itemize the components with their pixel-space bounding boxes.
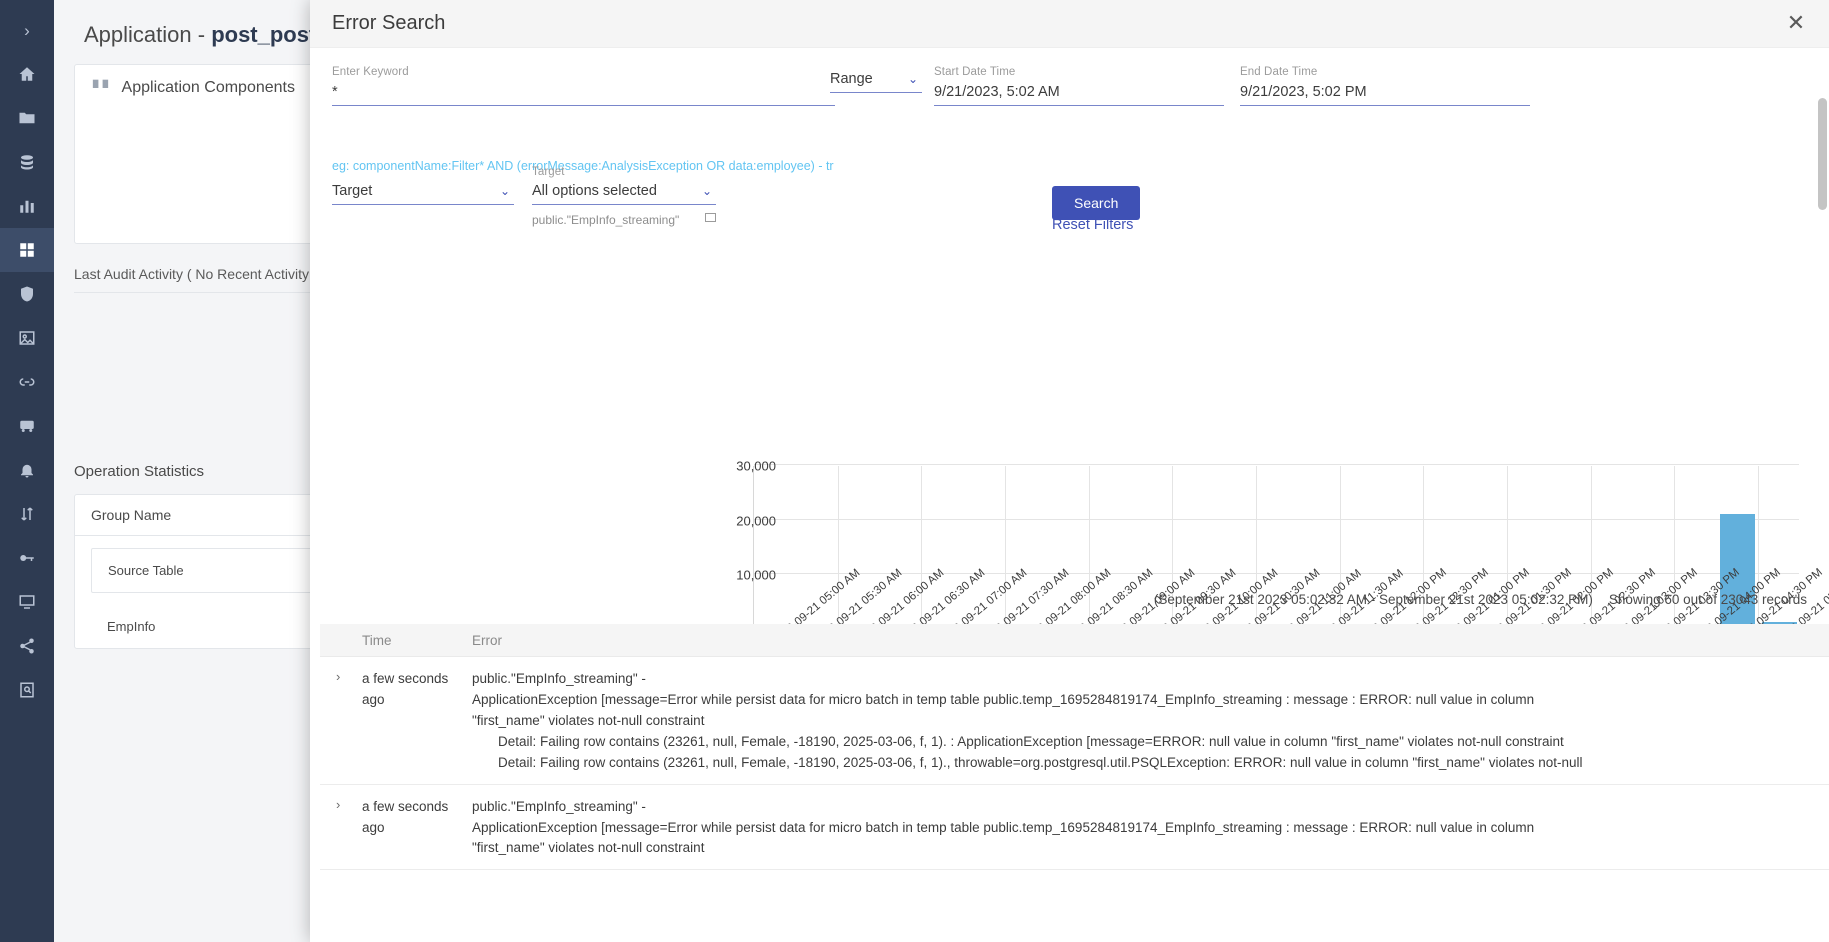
- range-field: Range ⌄: [830, 66, 922, 93]
- error-line: Detail: Failing row contains (23261, nul…: [498, 754, 1583, 770]
- row-expand-icon[interactable]: ›: [320, 669, 362, 774]
- target-values-value: All options selected: [532, 183, 716, 205]
- chart-gridline: [1005, 466, 1007, 629]
- table-row[interactable]: › a few seconds ago public."EmpInfo_stream…: [320, 657, 1829, 785]
- transfer-icon[interactable]: [0, 492, 54, 536]
- shield-icon[interactable]: [0, 272, 54, 316]
- error-search-modal: Error Search ✕ Enter Keyword Range ⌄ Sta…: [310, 0, 1829, 942]
- error-line: ApplicationException [message=Error whil…: [472, 819, 1535, 835]
- error-line: Detail: Failing row contains (23261, nul…: [498, 733, 1564, 749]
- start-date-field: Start Date Time: [934, 66, 1224, 106]
- error-results-table: Time Error › a few seconds ago public."Emp…: [320, 624, 1829, 942]
- search-input[interactable]: [332, 84, 835, 106]
- target-type-field: Target ⌄: [332, 178, 514, 205]
- chart-y-tick: 10,000: [736, 567, 776, 583]
- chart-gridline: [921, 466, 923, 629]
- end-date-field: End Date Time: [1240, 66, 1530, 106]
- modal-title: Error Search: [332, 12, 446, 34]
- link-icon[interactable]: [0, 360, 54, 404]
- end-date-label: End Date Time: [1240, 66, 1318, 78]
- error-line: ApplicationException [message=Error whil…: [472, 691, 1535, 707]
- chart-gridline: [754, 464, 1799, 465]
- table-header-row: Time Error: [320, 624, 1829, 657]
- target-type-value: Target: [332, 183, 514, 205]
- error-histogram-chart: 010,00020,00030,000 2023-09-21 05:00 AM2…: [310, 204, 1829, 648]
- chart-record-count: Showing 60 out of 23043 records: [1608, 592, 1807, 607]
- folder-icon[interactable]: [0, 96, 54, 140]
- expand-rail-icon[interactable]: ›: [0, 8, 54, 52]
- chart-gridline: [754, 518, 1799, 520]
- row-expand-icon[interactable]: ›: [320, 797, 362, 860]
- table-row[interactable]: › a few seconds ago public."EmpInfo_stream…: [320, 785, 1829, 871]
- column-time: Time: [362, 632, 392, 648]
- scrollbar-thumb[interactable]: [1818, 98, 1827, 210]
- target-type-select[interactable]: Target ⌄: [332, 183, 514, 205]
- row-error-message: public."EmpInfo_streaming" - ApplicationE…: [472, 669, 1829, 774]
- row-time: a few seconds ago: [362, 798, 449, 835]
- page-title-prefix: Application -: [84, 22, 212, 47]
- bell-icon[interactable]: [0, 448, 54, 492]
- chart-y-tick: 30,000: [736, 458, 776, 474]
- vertical-scrollbar[interactable]: [1818, 98, 1827, 936]
- application-components-title: Application Components: [121, 79, 295, 96]
- chart-gridline: [1088, 466, 1090, 629]
- chart-y-tick: 20,000: [736, 513, 776, 529]
- column-error: Error: [472, 632, 502, 648]
- row-error-message: public."EmpInfo_streaming" - ApplicationE…: [472, 797, 1829, 860]
- row-time: a few seconds ago: [362, 671, 449, 707]
- range-value: Range: [830, 71, 922, 93]
- end-date-input[interactable]: [1240, 84, 1530, 106]
- dashboard-icon[interactable]: [0, 228, 54, 272]
- error-line: "first_name" violates not-null constrain…: [472, 840, 705, 856]
- error-line: public."EmpInfo_streaming" -: [472, 798, 646, 814]
- modal-body: Enter Keyword Range ⌄ Start Date Time En…: [310, 48, 1829, 942]
- chart-footer: (September 21st 2023 05:02:32 AM - Septe…: [1154, 592, 1807, 607]
- bus-icon[interactable]: [0, 404, 54, 448]
- keyword-label: Enter Keyword: [332, 66, 409, 78]
- range-select[interactable]: Range ⌄: [830, 71, 922, 93]
- close-icon[interactable]: ✕: [1783, 10, 1809, 37]
- error-line: "first_name" violates not-null constrain…: [472, 712, 705, 728]
- chart-gridline: [837, 466, 839, 629]
- target-values-select[interactable]: All options selected ⌄: [532, 183, 716, 205]
- search-doc-icon[interactable]: [0, 668, 54, 712]
- analytics-icon[interactable]: [0, 184, 54, 228]
- chart-time-range: (September 21st 2023 05:02:32 AM - Septe…: [1153, 592, 1593, 607]
- target-values-label: Target: [532, 166, 565, 178]
- table-body: › a few seconds ago public."EmpInfo_stream…: [320, 657, 1829, 871]
- error-line: public."EmpInfo_streaming" -: [472, 671, 646, 686]
- filters-section: Enter Keyword Range ⌄ Start Date Time En…: [310, 48, 1829, 233]
- database-icon[interactable]: [0, 140, 54, 184]
- start-date-label: Start Date Time: [934, 66, 1016, 78]
- image-box-icon[interactable]: [0, 316, 54, 360]
- left-navigation-rail[interactable]: ›: [0, 0, 54, 942]
- keyword-field: Enter Keyword: [332, 66, 835, 106]
- monitor-icon[interactable]: [0, 580, 54, 624]
- home-icon[interactable]: [0, 52, 54, 96]
- key-icon[interactable]: [0, 536, 54, 580]
- drag-grip-icon: ▘▘: [93, 79, 114, 96]
- start-date-input[interactable]: [934, 84, 1224, 106]
- modal-header: Error Search ✕: [310, 0, 1829, 48]
- share-icon[interactable]: [0, 624, 54, 668]
